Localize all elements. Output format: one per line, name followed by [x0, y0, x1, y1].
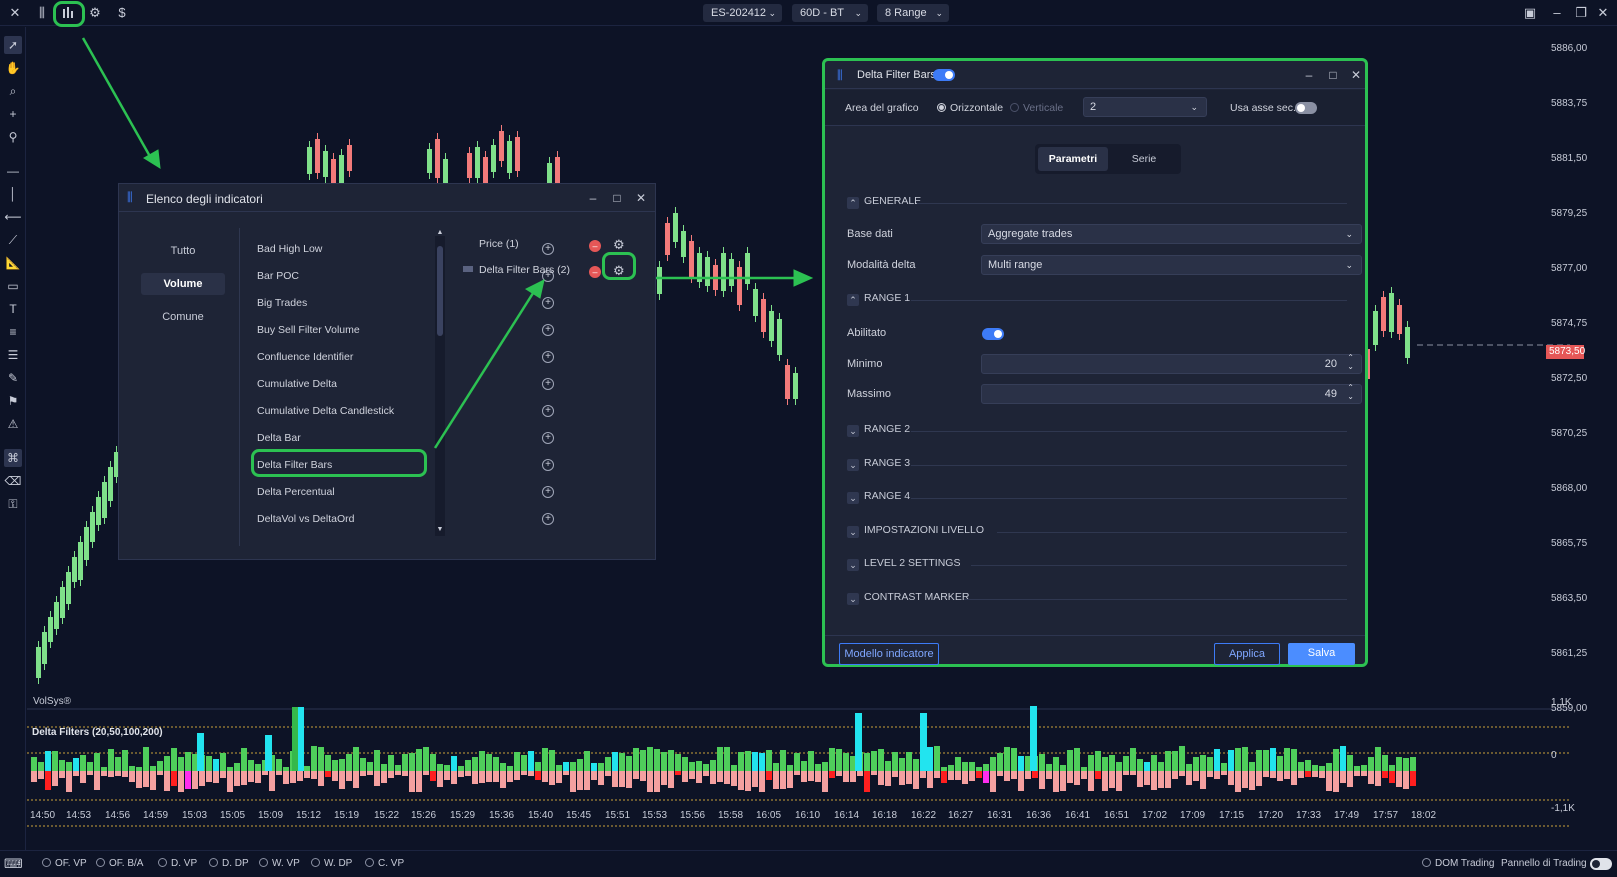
arrowhead: [143, 149, 161, 169]
annotation-arrows: [81, 37, 814, 449]
arrowhead: [524, 279, 545, 299]
arrow-line: [81, 37, 154, 161]
arrow-line: [433, 289, 537, 449]
arrowhead: [793, 269, 814, 287]
